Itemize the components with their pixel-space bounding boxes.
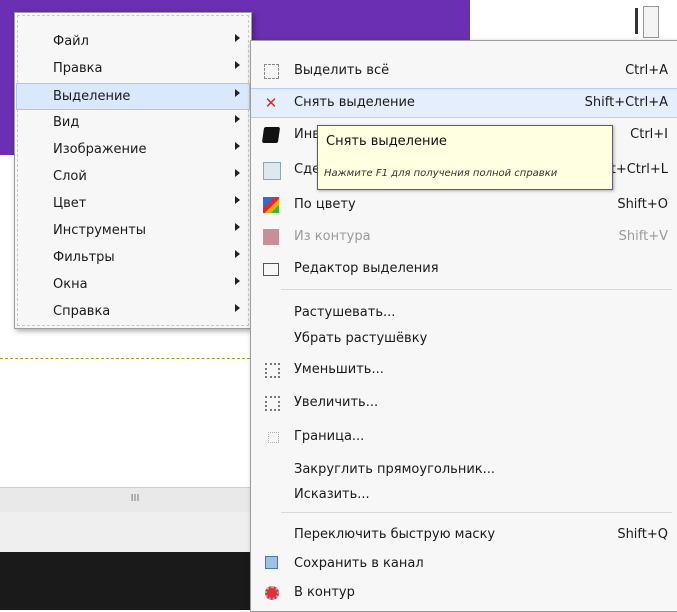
submenu-arrow-icon <box>235 89 240 97</box>
menu-item-filters[interactable]: Фильтры <box>17 245 249 270</box>
shortcut-label: Shift+V <box>618 229 668 244</box>
from-path-icon <box>263 229 279 245</box>
submenu-item-sharpen[interactable]: Убрать растушёвку <box>251 325 677 353</box>
by-color-icon <box>263 197 279 213</box>
submenu-item-to-path[interactable]: В контур <box>251 579 677 607</box>
save-to-channel-icon <box>265 556 278 569</box>
menu-item-help[interactable]: Справка <box>17 299 249 324</box>
float-icon <box>263 162 281 180</box>
submenu-item-feather[interactable]: Растушевать... <box>251 299 677 327</box>
submenu-item-rounded-rectangle[interactable]: Закруглить прямоугольник... <box>251 456 677 484</box>
submenu-item-label: Исказить... <box>294 487 370 502</box>
menu-item-tools[interactable]: Инструменты <box>17 218 249 243</box>
shortcut-label: Shift+Q <box>617 527 668 542</box>
shrink-icon <box>265 363 280 378</box>
menu-item-view[interactable]: Вид <box>17 110 249 135</box>
submenu-item-label: Сохранить в канал <box>294 556 424 571</box>
shortcut-label: Shift+Ctrl+A <box>584 95 668 110</box>
menu-item-label: Справка <box>53 304 111 319</box>
tooltip: Снять выделение Нажмите F1 для получения… <box>317 125 613 190</box>
menu-item-select[interactable]: Выделение <box>16 83 250 110</box>
submenu-item-label: Снять выделение <box>294 95 415 110</box>
shortcut-label: Ctrl+I <box>630 127 668 142</box>
menu-separator <box>281 512 672 513</box>
submenu-item-label: Убрать растушёвку <box>294 331 428 346</box>
submenu-arrow-icon <box>235 304 240 312</box>
menu-item-label: Файл <box>53 34 89 49</box>
submenu-item-label: Редактор выделения <box>294 261 439 276</box>
menu-item-label: Правка <box>53 61 103 76</box>
dock-panel <box>0 552 255 610</box>
submenu-item-label: Выделить всё <box>294 63 390 78</box>
menu-item-label: Слой <box>53 169 87 184</box>
submenu-item-label: Граница... <box>294 429 365 444</box>
menu-item-colors[interactable]: Цвет <box>17 191 249 216</box>
submenu-item-shrink[interactable]: Уменьшить... <box>251 356 677 384</box>
status-panel <box>0 512 255 552</box>
submenu-item-border[interactable]: Граница... <box>251 423 677 451</box>
submenu-item-label: Переключить быструю маску <box>294 527 496 542</box>
border-icon <box>268 432 279 443</box>
submenu-item-save-to-channel[interactable]: Сохранить в канал <box>251 550 677 578</box>
submenu-item-label: Увеличить... <box>294 395 379 410</box>
submenu-item-grow[interactable]: Увеличить... <box>251 389 677 417</box>
remove-selection-icon: ✕ <box>264 94 278 112</box>
menu-item-label: Цвет <box>53 196 87 211</box>
submenu-arrow-icon <box>235 250 240 258</box>
menu-item-image[interactable]: Изображение <box>17 137 249 162</box>
menu-item-edit[interactable]: Правка <box>17 56 249 81</box>
submenu-item-label: В контур <box>294 585 355 600</box>
menu-item-layer[interactable]: Слой <box>17 164 249 189</box>
submenu-arrow-icon <box>235 223 240 231</box>
tooltip-hint: Нажмите F1 для получения полной справки <box>324 168 558 179</box>
submenu-item-by-color[interactable]: По цвету Shift+O <box>251 191 677 219</box>
submenu-arrow-icon <box>235 196 240 204</box>
select-all-icon <box>264 64 279 79</box>
menu-separator <box>281 289 672 290</box>
shortcut-label: Ctrl+A <box>625 63 668 78</box>
shortcut-label: Shift+O <box>617 197 668 212</box>
submenu-arrow-icon <box>235 61 240 69</box>
submenu-item-label: По цвету <box>294 197 356 212</box>
submenu-arrow-icon <box>235 34 240 42</box>
submenu-item-selection-editor[interactable]: Редактор выделения <box>251 255 677 283</box>
grow-icon <box>265 396 280 411</box>
menu-item-label: Окна <box>53 277 88 292</box>
submenu-item-distort[interactable]: Исказить... <box>251 481 677 509</box>
main-menu: Файл Правка Выделение Вид Изображение Сл… <box>14 12 252 329</box>
submenu-arrow-icon <box>235 115 240 123</box>
submenu-arrow-icon <box>235 277 240 285</box>
selection-editor-icon <box>263 263 279 276</box>
submenu-item-label: Закруглить прямоугольник... <box>294 462 496 477</box>
menu-item-windows[interactable]: Окна <box>17 272 249 297</box>
submenu-item-select-all[interactable]: Выделить всё Ctrl+A <box>251 57 677 85</box>
toolbar-fragment <box>625 0 677 40</box>
toolbar-divider <box>635 8 638 34</box>
to-path-icon <box>265 586 279 600</box>
submenu-item-label: Уменьшить... <box>294 362 384 377</box>
toolbar-button[interactable] <box>643 6 659 38</box>
submenu-arrow-icon <box>235 169 240 177</box>
menu-item-file[interactable]: Файл <box>17 29 249 54</box>
selection-marching-ants <box>0 358 255 359</box>
submenu-item-label: Из контура <box>294 229 371 244</box>
menu-item-label: Вид <box>53 115 80 130</box>
submenu-arrow-icon <box>235 142 240 150</box>
horizontal-scrollbar[interactable]: III <box>0 487 255 513</box>
submenu-item-toggle-quick-mask[interactable]: Переключить быструю маску Shift+Q <box>251 521 677 549</box>
menu-item-label: Фильтры <box>53 250 115 265</box>
scrollbar-thumb[interactable]: III <box>115 493 155 505</box>
submenu-item-remove-selection[interactable]: ✕ Снять выделение Shift+Ctrl+A <box>251 88 677 118</box>
tooltip-title: Снять выделение <box>326 134 447 149</box>
invert-icon <box>261 127 281 143</box>
submenu-item-label: Растушевать... <box>294 305 396 320</box>
menu-item-label: Изображение <box>53 142 147 157</box>
menu-item-label: Инструменты <box>53 223 147 238</box>
menu-item-label: Выделение <box>53 89 131 104</box>
submenu-item-from-path: Из контура Shift+V <box>251 223 677 251</box>
